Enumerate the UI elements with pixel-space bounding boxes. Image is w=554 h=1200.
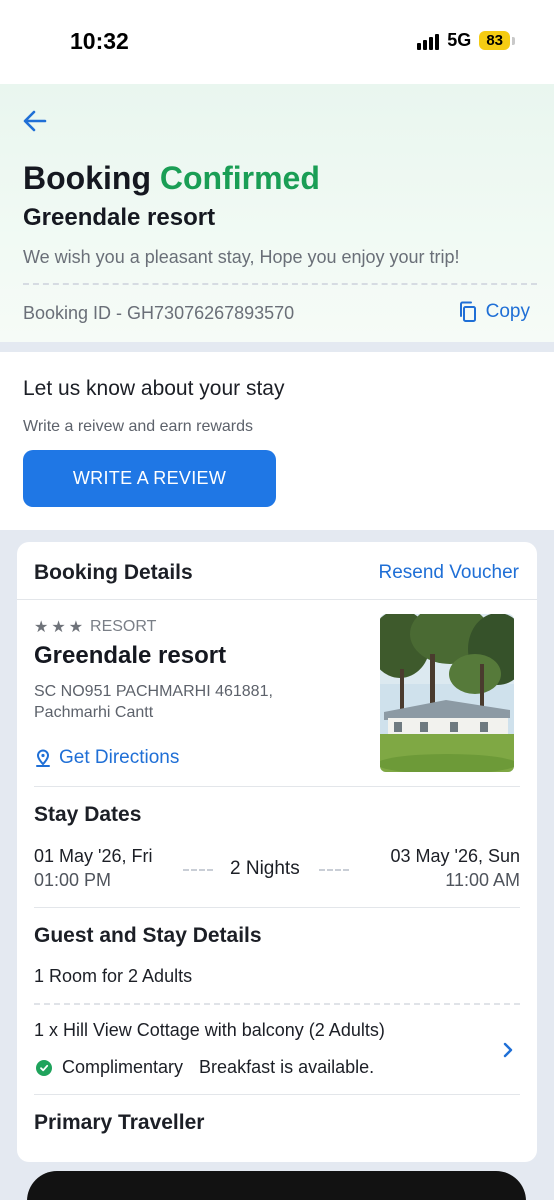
- bottom-action-button[interactable]: [27, 1171, 526, 1200]
- guest-details-title: Guest and Stay Details: [34, 924, 262, 947]
- primary-traveller-title: Primary Traveller: [34, 1111, 205, 1134]
- copy-icon: [459, 301, 476, 322]
- get-directions-link[interactable]: Get Directions: [36, 747, 179, 769]
- booking-details-card: Booking Details Resend Voucher ★ ★ ★ RES…: [17, 542, 537, 1162]
- check-circle-icon: [36, 1059, 52, 1076]
- dashed-divider: [23, 283, 537, 285]
- checkin-date: 01 May '26, Fri: [34, 846, 153, 866]
- resend-voucher-link[interactable]: Resend Voucher: [379, 562, 520, 584]
- title-status: Confirmed: [159, 160, 320, 196]
- divider: [34, 786, 520, 787]
- divider: [17, 599, 537, 600]
- status-bar: 10:32 5G 83: [0, 0, 554, 84]
- hotel-photo[interactable]: [380, 614, 514, 772]
- battery-icon: 83: [479, 31, 515, 50]
- star-icon: ★: [68, 619, 84, 636]
- hotel-name: Greendale resort: [34, 642, 227, 669]
- room-type: 1 x Hill View Cottage with balcony (2 Ad…: [34, 1020, 385, 1040]
- divider: [34, 1094, 520, 1095]
- directions-label: Get Directions: [59, 747, 180, 768]
- meal-note: Breakfast is available.: [199, 1057, 375, 1077]
- dashed-connector: [319, 869, 349, 871]
- room-guest-summary: 1 Room for 2 Adults: [34, 966, 193, 986]
- review-subtext: Write a reivew and earn rewards: [23, 418, 254, 435]
- title-prefix: Booking: [23, 160, 151, 196]
- dashed-connector: [183, 869, 213, 871]
- welcome-message: We wish you a pleasant stay, Hope you en…: [23, 247, 460, 267]
- stay-dates-title: Stay Dates: [34, 803, 142, 826]
- network-label: 5G: [447, 30, 472, 50]
- review-card: Let us know about your stay Write a reiv…: [0, 352, 554, 530]
- back-arrow-icon[interactable]: [20, 106, 50, 136]
- divider: [34, 907, 520, 908]
- page-title: Booking Confirmed: [23, 160, 320, 197]
- star-icon: ★: [34, 619, 49, 636]
- meal-tag: Complimentary: [62, 1057, 184, 1077]
- booking-details-title: Booking Details: [34, 561, 193, 584]
- star-rating: ★ ★ ★ RESORT: [34, 617, 156, 637]
- hotel-address: SC NO951 PACHMARHI 461881, Pachmarhi Can…: [34, 683, 273, 721]
- checkin-time: 01:00 PM: [34, 870, 112, 890]
- star-icon: ★: [51, 619, 66, 636]
- status-time: 10:32: [70, 28, 129, 54]
- checkout-time: 11:00 AM: [445, 870, 520, 890]
- nights-count: 2 Nights: [230, 858, 300, 879]
- booking-id: Booking ID - GH73076267893570: [23, 303, 295, 323]
- chevron-right-icon[interactable]: [500, 1042, 516, 1058]
- copy-label: Copy: [485, 301, 530, 322]
- meal-plan: Complimentary Breakfast is available.: [36, 1057, 374, 1078]
- write-review-button[interactable]: WRITE A REVIEW: [23, 450, 276, 507]
- dashed-divider: [34, 1003, 520, 1005]
- checkout-date: 03 May '26, Sun: [390, 846, 520, 866]
- property-type: RESORT: [90, 618, 157, 635]
- location-pin-icon: [36, 749, 50, 767]
- signal-icon: [417, 32, 440, 50]
- status-icons: 5G 83: [417, 30, 515, 51]
- review-heading: Let us know about your stay: [23, 377, 285, 400]
- confirmation-header: Booking Confirmed Greendale resort We wi…: [0, 84, 554, 342]
- hotel-name-heading: Greendale resort: [23, 204, 216, 231]
- copy-button[interactable]: Copy: [458, 301, 530, 323]
